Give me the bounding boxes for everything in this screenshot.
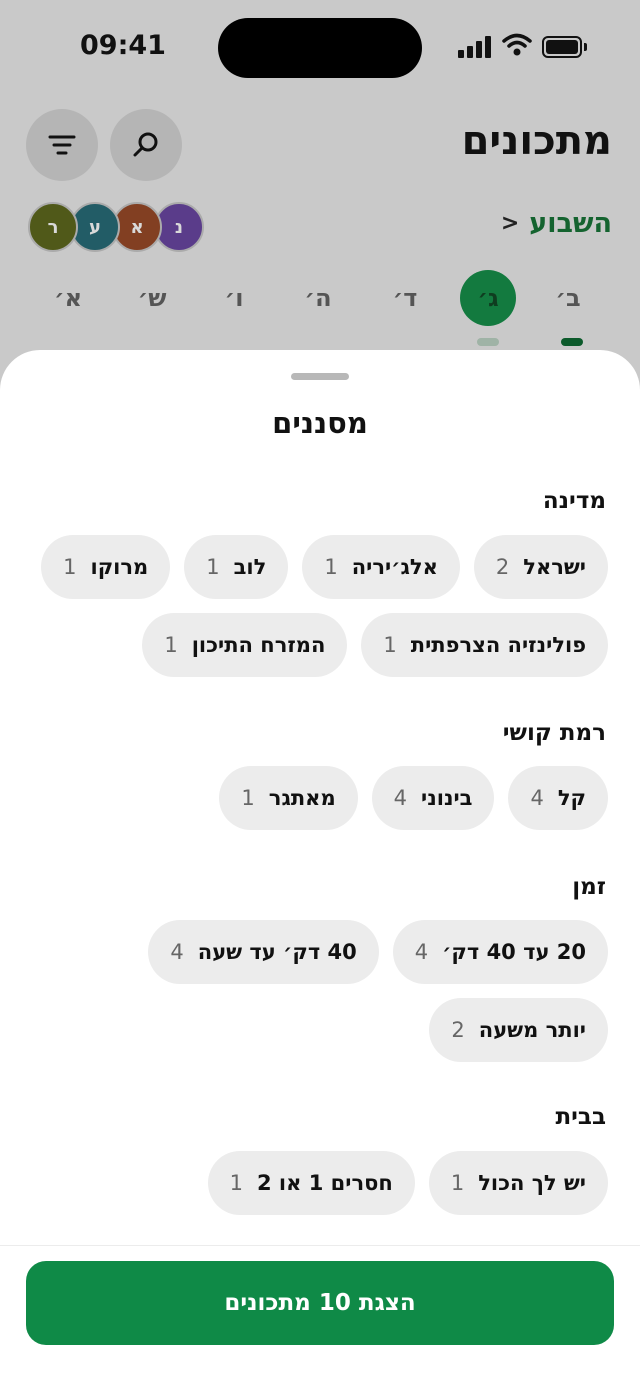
chip-row: יש לך הכול 1 חסרים 1 או 21 (32, 1151, 608, 1215)
week-link[interactable]: השבוע < (501, 208, 612, 239)
filter-chip[interactable]: אלג׳יריה 1 (302, 535, 460, 599)
sheet-drag-handle[interactable] (291, 373, 349, 380)
day-tab[interactable]: ש׳ (124, 270, 180, 326)
section-title-difficulty: רמת קושי (502, 720, 606, 746)
day-tab-selected[interactable]: ג׳ (460, 270, 516, 326)
filter-button[interactable] (26, 109, 98, 181)
filter-chip[interactable]: מרוקו 1 (41, 535, 171, 599)
footer-divider (0, 1245, 640, 1246)
filter-chip[interactable]: מאתגר 1 (219, 766, 358, 830)
search-icon (133, 132, 158, 157)
day-indicator (477, 338, 499, 346)
chip-row: יותר משעה 2 (32, 998, 608, 1062)
filter-chip[interactable]: ישראל 2 (473, 535, 608, 599)
day-tab[interactable]: ה׳ (290, 270, 346, 326)
page-title: מתכונים (461, 118, 612, 164)
chip-row: ישראל 2 אלג׳יריה 1 לוב 1 מרוקו 1 (32, 535, 608, 599)
filters-sheet: מסננים מדינה ישראל 2 אלג׳יריה 1 לוב 1 מרוקו… (0, 350, 640, 1388)
day-indicator (561, 338, 583, 346)
filter-chip[interactable]: לוב 1 (184, 535, 289, 599)
day-selector: ב׳ ג׳ ד׳ ה׳ ו׳ ש׳ א׳ (0, 270, 640, 350)
filter-chip[interactable]: יותר משעה 2 (429, 998, 608, 1062)
chevron-left-icon: < (500, 211, 520, 236)
filter-chip[interactable]: 20 עד 40 דק׳ 4 (392, 920, 608, 984)
filter-chip[interactable]: פולינזיה הצרפתית 1 (361, 613, 608, 677)
family-avatars[interactable]: נ א ע ר (28, 202, 208, 254)
section-title-time: זמן (572, 874, 606, 900)
day-tab[interactable]: ד׳ (377, 270, 433, 326)
week-label: השבוע (529, 208, 612, 239)
filter-chip[interactable]: בינוני 4 (371, 766, 495, 830)
section-title-at-home: בבית (555, 1104, 606, 1130)
filter-chip[interactable]: יש לך הכול 1 (428, 1151, 608, 1215)
chip-row: פולינזיה הצרפתית 1 המזרח התיכון 1 (32, 613, 608, 677)
section-title-country: מדינה (542, 488, 606, 514)
battery-icon (542, 36, 588, 58)
filter-chip[interactable]: המזרח התיכון 1 (142, 613, 348, 677)
dynamic-island (218, 18, 422, 78)
chip-row: קל 4 בינוני 4 מאתגר 1 (32, 766, 608, 830)
filter-chip[interactable]: קל 4 (508, 766, 608, 830)
chip-row: 20 עד 40 דק׳ 4 40 דק׳ עד שעה 4 (32, 920, 608, 984)
status-time: 09:41 (80, 30, 166, 61)
day-tab[interactable]: א׳ (40, 270, 96, 326)
wifi-icon (502, 33, 532, 56)
filter-chip[interactable]: 40 דק׳ עד שעה 4 (148, 920, 379, 984)
show-recipes-button[interactable]: הצגת 10 מתכונים (26, 1261, 614, 1345)
day-tab[interactable]: ב׳ (540, 270, 596, 326)
sheet-title: מסננים (272, 406, 368, 440)
day-tab[interactable]: ו׳ (206, 270, 262, 326)
avatar[interactable]: ר (28, 202, 78, 252)
status-bar: 09:41 (0, 0, 640, 96)
cellular-signal-icon (458, 36, 494, 58)
show-recipes-label: הצגת 10 מתכונים (224, 1290, 416, 1316)
filter-icon (48, 135, 76, 155)
search-button[interactable] (110, 109, 182, 181)
filter-chip[interactable]: חסרים 1 או 21 (207, 1151, 415, 1215)
